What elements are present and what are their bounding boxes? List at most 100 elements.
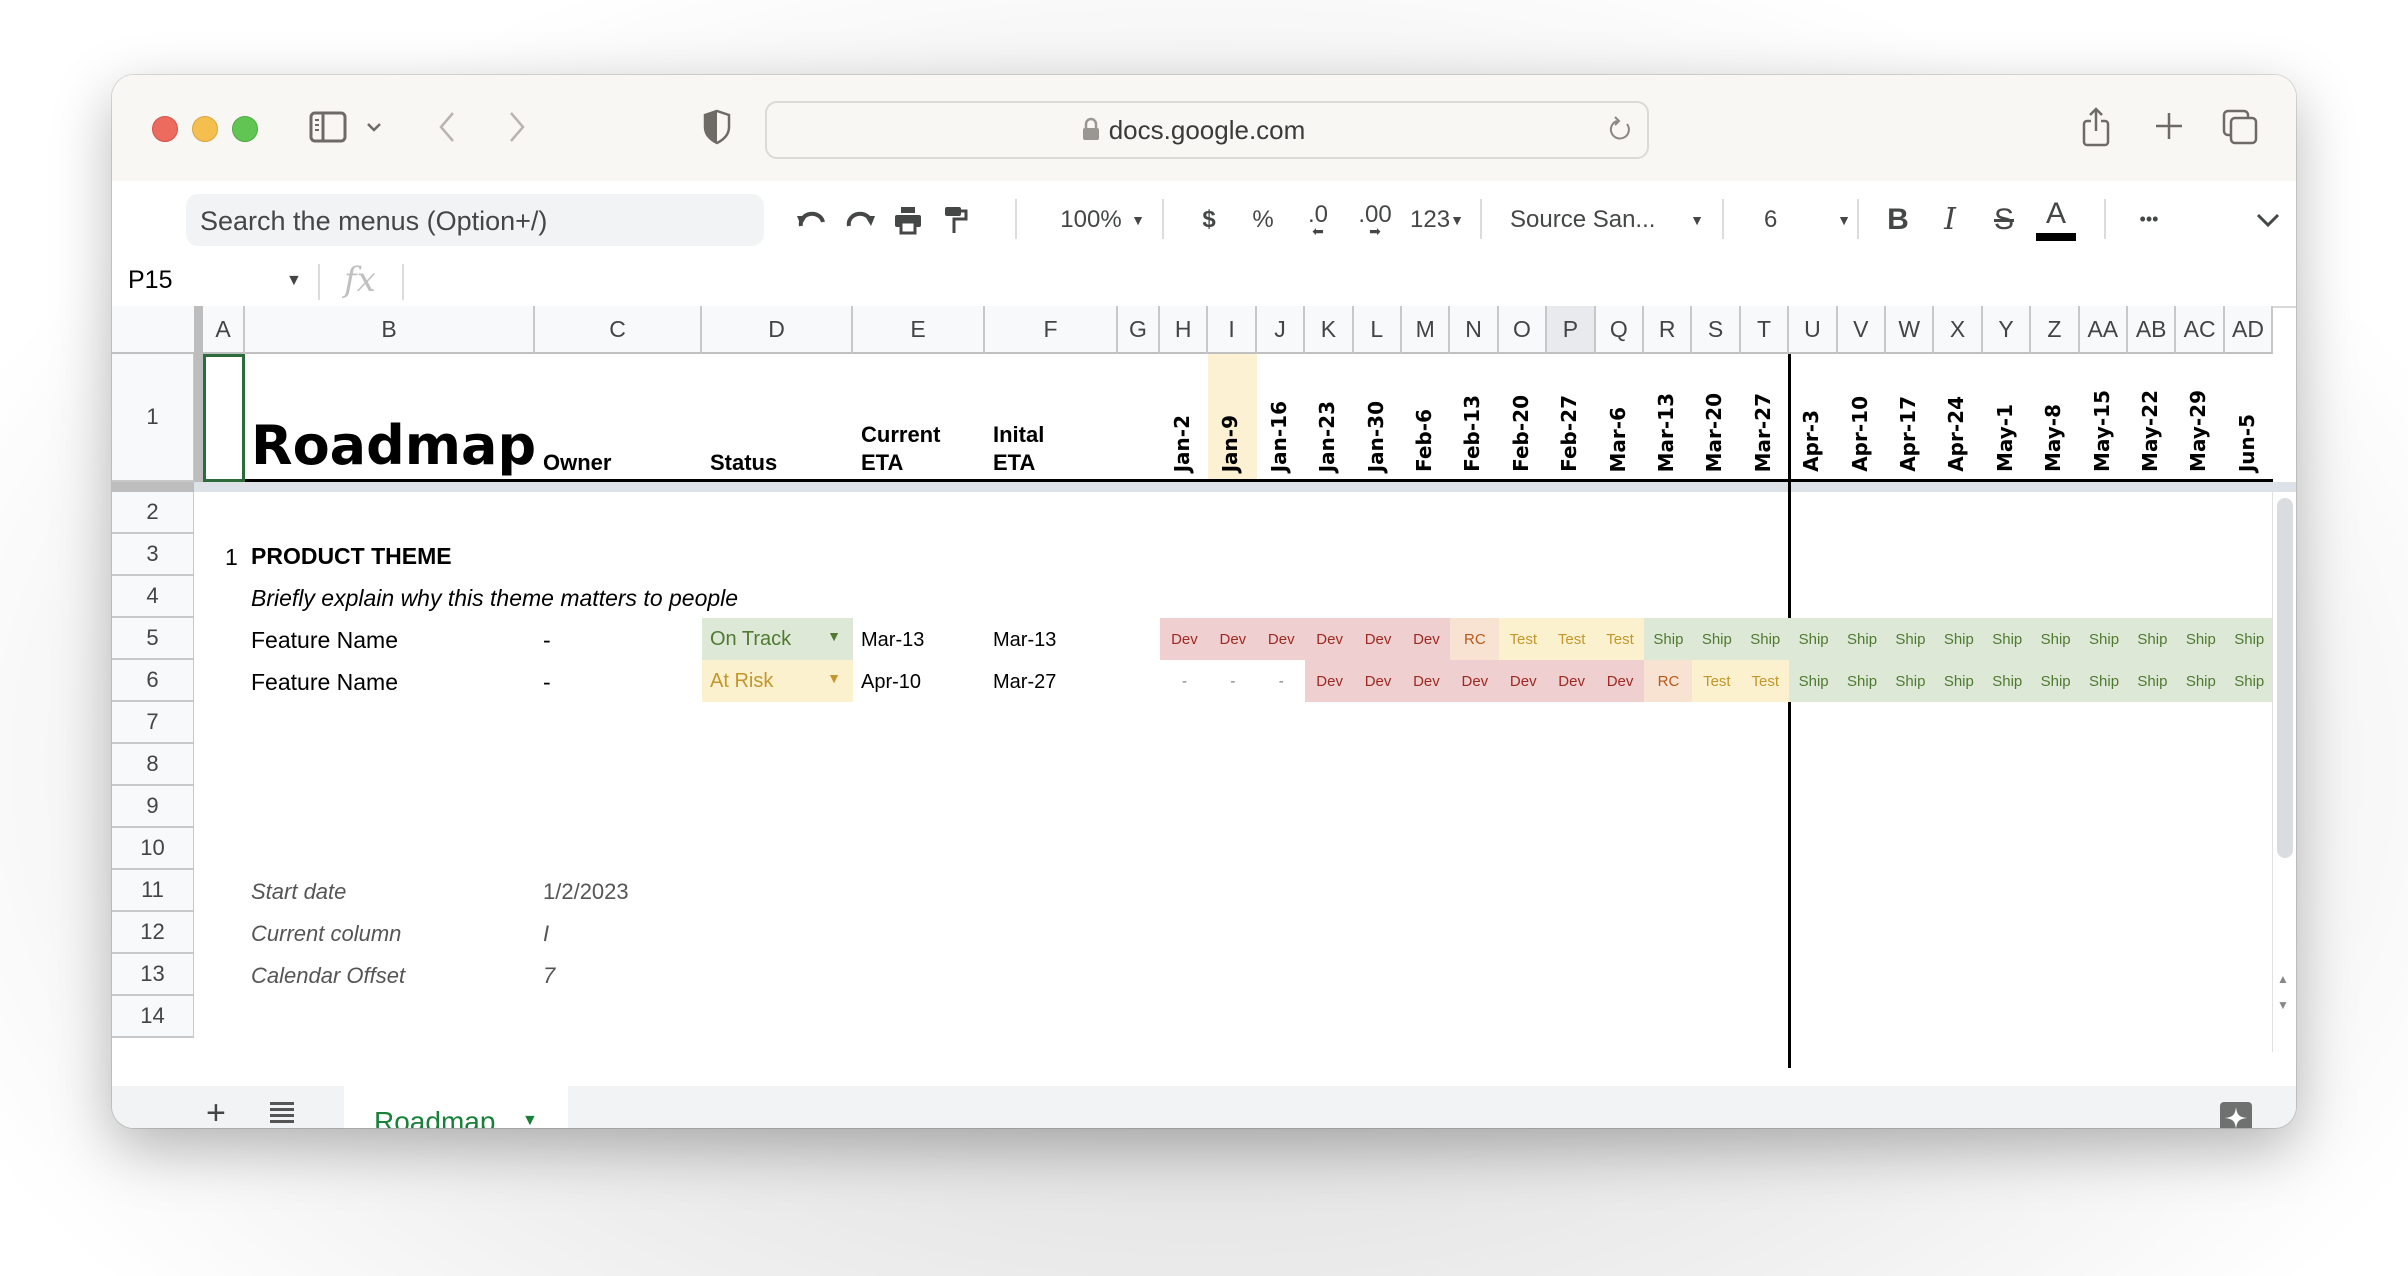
timeline-cell-dev[interactable]: Dev [1208, 618, 1258, 660]
text-color-button[interactable]: A [2034, 181, 2078, 258]
status-dropdown[interactable]: On Track ▼ [702, 618, 853, 660]
column-header-x[interactable]: X [1934, 306, 1983, 354]
close-window-button[interactable] [152, 116, 178, 142]
timeline-cell-ship[interactable]: Ship [1886, 660, 1935, 702]
timeline-cell-ship[interactable]: Ship [2031, 660, 2081, 702]
timeline-cell-test[interactable]: Test [1692, 660, 1742, 702]
timeline-cell-dev[interactable]: Dev [1256, 618, 1306, 660]
timeline-cell-ship[interactable]: Ship [1692, 618, 1742, 660]
column-header-m[interactable]: M [1402, 306, 1451, 354]
column-header-s[interactable]: S [1692, 306, 1741, 354]
column-header-w[interactable]: W [1886, 306, 1935, 354]
scroll-up-icon[interactable]: ▲ [2277, 972, 2289, 986]
column-header-e[interactable]: E [853, 306, 985, 354]
row-header-1[interactable]: 1 [112, 354, 194, 482]
reload-icon[interactable] [1609, 115, 1635, 143]
timeline-cell-dev[interactable]: Dev [1402, 618, 1451, 660]
timeline-cell-none[interactable]: - [1160, 660, 1209, 702]
timeline-cell-dev[interactable]: Dev [1353, 660, 1403, 702]
column-header-j[interactable]: J [1256, 306, 1306, 354]
timeline-cell-test[interactable]: Test [1595, 618, 1645, 660]
search-menus-input[interactable]: Search the menus (Option+/) [186, 194, 764, 246]
timeline-cell-dev[interactable]: Dev [1450, 660, 1500, 702]
row-header-12[interactable]: 12 [112, 912, 194, 954]
timeline-cell-ship[interactable]: Ship [2224, 660, 2274, 702]
row-header-13[interactable]: 13 [112, 954, 194, 996]
column-header-ad[interactable]: AD [2224, 306, 2274, 354]
privacy-shield-icon[interactable] [700, 107, 734, 147]
timeline-cell-ship[interactable]: Ship [1982, 660, 2032, 702]
timeline-cell-none[interactable]: - [1208, 660, 1258, 702]
back-icon[interactable] [434, 107, 460, 147]
column-header-q[interactable]: Q [1595, 306, 1644, 354]
timeline-cell-dev[interactable]: Dev [1498, 660, 1548, 702]
status-dropdown-icon[interactable]: ▼ [827, 628, 841, 644]
column-header-p[interactable]: P [1547, 306, 1596, 354]
column-header-h[interactable]: H [1160, 306, 1209, 354]
paint-format-icon[interactable] [938, 181, 974, 258]
select-all-corner[interactable] [112, 306, 194, 354]
column-header-u[interactable]: U [1789, 306, 1838, 354]
column-header-f[interactable]: F [985, 306, 1118, 354]
column-header-ac[interactable]: AC [2176, 306, 2225, 354]
row-header-4[interactable]: 4 [112, 576, 194, 618]
row-header-14[interactable]: 14 [112, 996, 194, 1038]
timeline-cell-test[interactable]: Test [1547, 618, 1597, 660]
row-header-10[interactable]: 10 [112, 828, 194, 870]
timeline-cell-dev[interactable]: Dev [1305, 660, 1355, 702]
name-box-dropdown-icon[interactable]: ▼ [286, 272, 302, 290]
status-dropdown-icon[interactable]: ▼ [827, 670, 841, 686]
undo-icon[interactable] [792, 181, 832, 258]
timeline-cell-ship[interactable]: Ship [1886, 618, 1935, 660]
row-header-9[interactable]: 9 [112, 786, 194, 828]
timeline-cell-dev[interactable]: Dev [1353, 618, 1403, 660]
column-header-r[interactable]: R [1644, 306, 1693, 354]
selected-cell-a1[interactable] [203, 354, 245, 482]
redo-icon[interactable] [840, 181, 880, 258]
timeline-cell-dev[interactable]: Dev [1402, 660, 1451, 702]
tab-overview-icon[interactable] [2220, 107, 2260, 147]
sheet-tab-dropdown-icon[interactable]: ▼ [522, 1112, 538, 1128]
row-header-5[interactable]: 5 [112, 618, 194, 660]
timeline-cell-ship[interactable]: Ship [1740, 618, 1790, 660]
timeline-cell-test[interactable]: Test [1740, 660, 1790, 702]
print-icon[interactable] [888, 181, 928, 258]
all-sheets-icon[interactable] [270, 1100, 294, 1128]
sidebar-toggle-icon[interactable] [308, 109, 348, 145]
forward-icon[interactable] [504, 107, 530, 147]
vertical-scrollbar-thumb[interactable] [2277, 498, 2293, 858]
timeline-cell-ship[interactable]: Ship [1934, 618, 1984, 660]
column-header-g[interactable]: G [1118, 306, 1160, 354]
font-family-select[interactable]: Source San... [1502, 181, 1690, 258]
number-format-select[interactable]: 123 ▼ [1402, 181, 1472, 258]
frozen-column-divider[interactable] [194, 306, 203, 484]
add-sheet-icon[interactable]: + [206, 1094, 226, 1128]
address-bar[interactable]: docs.google.com [765, 101, 1649, 159]
column-header-ab[interactable]: AB [2128, 306, 2177, 354]
timeline-cell-ship[interactable]: Ship [2128, 618, 2177, 660]
currency-format-button[interactable]: $ [1194, 181, 1224, 258]
timeline-cell-dev[interactable]: Dev [1160, 618, 1209, 660]
column-header-y[interactable]: Y [1982, 306, 2032, 354]
timeline-cell-ship[interactable]: Ship [1982, 618, 2032, 660]
formula-input[interactable] [412, 266, 2276, 298]
row-header-6[interactable]: 6 [112, 660, 194, 702]
timeline-cell-dev[interactable]: Dev [1305, 618, 1355, 660]
timeline-cell-ship[interactable]: Ship [2079, 618, 2129, 660]
font-dropdown-icon[interactable]: ▼ [1682, 181, 1712, 258]
status-dropdown[interactable]: At Risk ▼ [702, 660, 853, 702]
timeline-cell-test[interactable]: Test [1498, 618, 1548, 660]
increase-decimal-button[interactable]: .00 ➡ [1350, 181, 1400, 258]
column-header-d[interactable]: D [702, 306, 853, 354]
frozen-row-handle[interactable] [112, 482, 194, 492]
minimize-window-button[interactable] [192, 116, 218, 142]
decrease-decimal-button[interactable]: .0 ⬅ [1298, 181, 1338, 258]
timeline-cell-none[interactable]: - [1256, 660, 1306, 702]
explore-icon[interactable] [2220, 1102, 2252, 1128]
font-size-select[interactable]: 6 [1738, 181, 1888, 258]
share-icon[interactable] [2078, 105, 2114, 149]
timeline-cell-ship[interactable]: Ship [2224, 618, 2274, 660]
scroll-down-icon[interactable]: ▼ [2277, 998, 2289, 1012]
row-header-11[interactable]: 11 [112, 870, 194, 912]
column-header-aa[interactable]: AA [2079, 306, 2128, 354]
